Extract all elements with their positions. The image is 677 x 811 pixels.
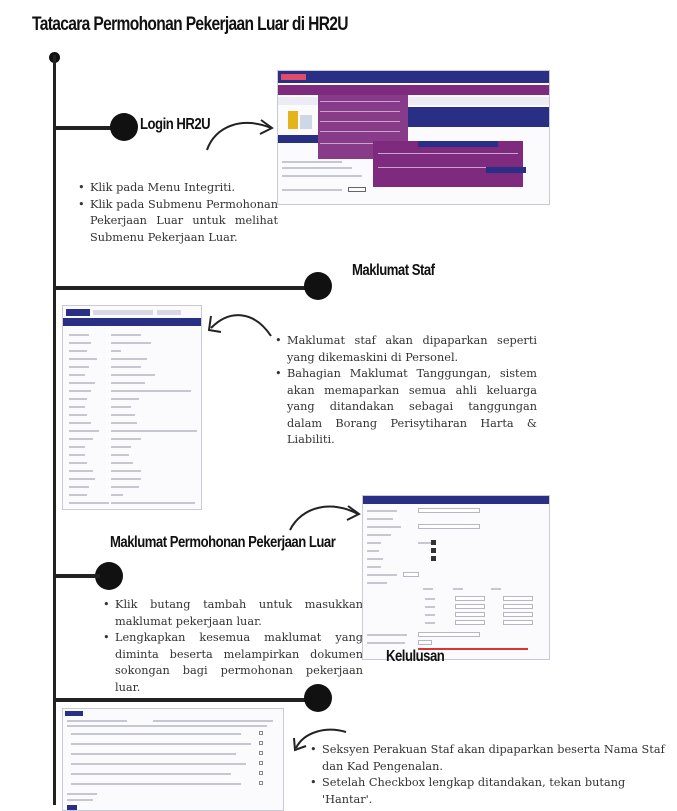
arrow-icon xyxy=(288,500,364,540)
page-title: Tatacara Permohonan Pekerjaan Luar di HR… xyxy=(32,14,349,35)
bullet-item: Klik pada Submenu Permohonan Pekerjaan L… xyxy=(78,197,278,247)
timeline-branch xyxy=(55,574,100,578)
bullet-item: Klik pada Menu Integriti. xyxy=(78,180,278,197)
section-heading-kelulusan: Kelulusan xyxy=(386,648,445,665)
screenshot-borang-permohonan xyxy=(362,495,550,660)
timeline-branch xyxy=(55,698,313,702)
section-bullets-staf: Maklumat staf akan dipaparkan seperti ya… xyxy=(275,333,537,449)
section-bullets-login: Klik pada Menu Integriti. Klik pada Subm… xyxy=(78,180,278,246)
timeline-branch xyxy=(55,126,117,130)
screenshot-perakuan-staf xyxy=(62,708,284,811)
screenshot-maklumat-staf xyxy=(62,305,202,510)
screenshot-hr2u-menu xyxy=(277,70,550,205)
section-bullets-kelulusan: Seksyen Perakuan Staf akan dipaparkan be… xyxy=(310,742,672,808)
timeline-node xyxy=(110,113,138,141)
timeline-branch xyxy=(55,286,313,290)
bullet-item: Seksyen Perakuan Staf akan dipaparkan be… xyxy=(310,742,672,775)
arrow-icon xyxy=(205,306,275,346)
section-heading-staf: Maklumat Staf xyxy=(352,262,435,279)
timeline-node xyxy=(304,272,332,300)
section-bullets-permohonan: Klik butang tambah untuk masukkan maklum… xyxy=(103,597,363,696)
bullet-item: Klik butang tambah untuk masukkan maklum… xyxy=(103,597,363,630)
arrow-icon xyxy=(205,112,275,156)
bullet-item: Bahagian Maklumat Tanggungan, sistem aka… xyxy=(275,366,537,449)
bullet-item: Setelah Checkbox lengkap ditandakan, tek… xyxy=(310,775,672,808)
section-heading-login: Login HR2U xyxy=(140,116,211,133)
timeline-line xyxy=(53,55,56,805)
bullet-item: Maklumat staf akan dipaparkan seperti ya… xyxy=(275,333,537,366)
timeline-node xyxy=(304,684,332,712)
